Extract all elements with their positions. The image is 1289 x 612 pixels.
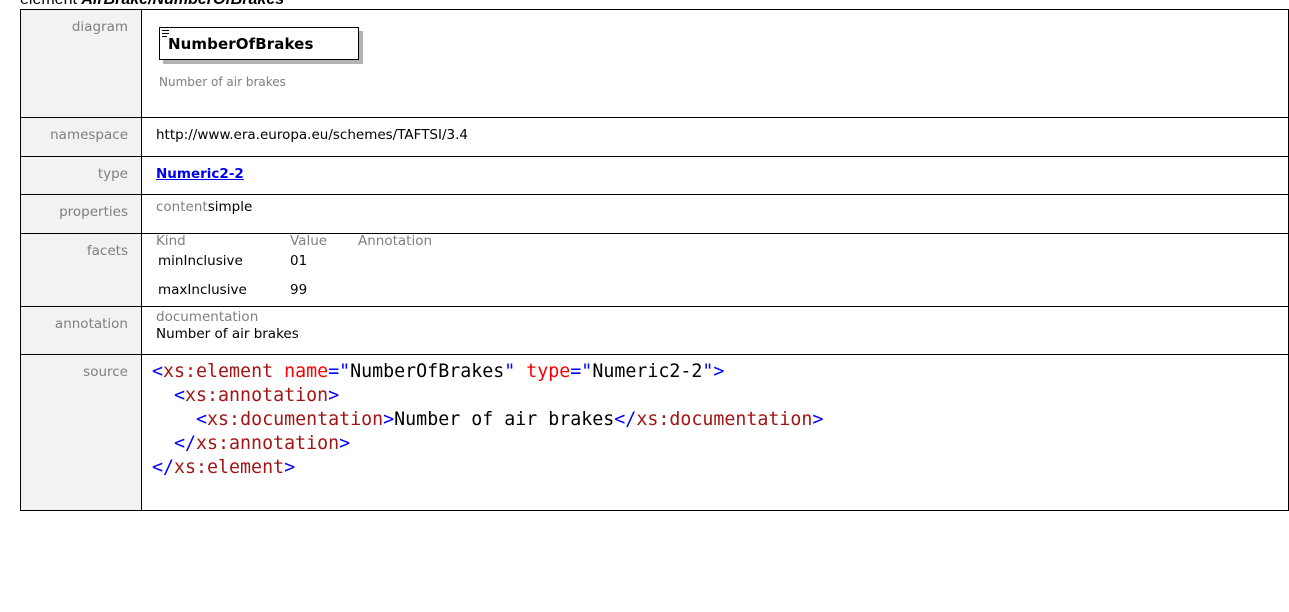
facets-row: facets Kind Value Annotation minInclusiv… xyxy=(20,233,1289,307)
source-attr-value: Numeric2-2 xyxy=(592,361,703,382)
page-heading: element AirBrake/NumberOfBrakes xyxy=(20,0,284,8)
source-attr-value: NumberOfBrakes xyxy=(350,361,505,382)
element-diagram-box[interactable]: NumberOfBrakes xyxy=(159,27,359,60)
facet-row-kind: maxInclusive xyxy=(158,282,247,298)
type-label: type xyxy=(20,156,142,195)
element-doc-table: diagram NumberOfBrakes Number of air bra… xyxy=(20,9,1289,511)
source-attr: type xyxy=(526,361,571,382)
namespace-row: namespace http://www.era.europa.eu/schem… xyxy=(20,117,1289,157)
heading-prefix: element xyxy=(20,0,81,8)
properties-label: properties xyxy=(20,194,142,234)
source-tag: xs:documentation xyxy=(207,409,384,430)
diagram-note: Number of air brakes xyxy=(159,75,286,89)
source-text: Number of air brakes xyxy=(394,409,615,430)
properties-table: content simple xyxy=(156,199,252,215)
source-tag: xs:element xyxy=(174,457,285,478)
facet-row-value: 01 xyxy=(290,253,308,269)
properties-row: properties content simple xyxy=(20,194,1289,234)
annotation-row: annotation documentation Number of air b… xyxy=(20,306,1289,355)
heading-element-name: AirBrake/NumberOfBrakes xyxy=(81,0,284,8)
source-tag: xs:documentation xyxy=(636,409,813,430)
source-attr: name xyxy=(284,361,329,382)
diagram-element-name: NumberOfBrakes xyxy=(168,35,314,53)
facets-header-value: Value xyxy=(290,233,328,249)
type-link[interactable]: Numeric2-2 xyxy=(156,166,244,182)
type-row: type Numeric2-2 xyxy=(20,156,1289,195)
source-tag: xs:annotation xyxy=(196,433,340,454)
namespace-label: namespace xyxy=(20,117,142,157)
annotation-header: documentation xyxy=(156,309,259,325)
source-tag: xs:element xyxy=(163,361,274,382)
diagram-label: diagram xyxy=(20,9,142,118)
annotation-text: Number of air brakes xyxy=(156,326,299,342)
diagram-area: NumberOfBrakes Number of air brakes xyxy=(142,10,1288,110)
property-value: simple xyxy=(207,199,253,215)
facets-header-annotation: Annotation xyxy=(358,233,433,249)
diagram-row: diagram NumberOfBrakes Number of air bra… xyxy=(20,9,1289,118)
facets-label: facets xyxy=(20,233,142,307)
annotation-label: annotation xyxy=(20,306,142,355)
facets-header-kind: Kind xyxy=(156,233,186,249)
source-label: source xyxy=(20,354,142,511)
source-tag: xs:annotation xyxy=(185,385,329,406)
facet-row-kind: minInclusive xyxy=(158,253,243,269)
source-code: <xs:element name="NumberOfBrakes" type="… xyxy=(152,361,824,478)
source-row: source <xs:element name="NumberOfBrakes"… xyxy=(20,354,1289,511)
namespace-value: http://www.era.europa.eu/schemes/TAFTSI/… xyxy=(141,117,1289,157)
property-key: content xyxy=(156,199,208,215)
facets-table: Kind Value Annotation minInclusive 01 ma… xyxy=(156,233,1288,303)
facet-row-value: 99 xyxy=(290,282,308,298)
